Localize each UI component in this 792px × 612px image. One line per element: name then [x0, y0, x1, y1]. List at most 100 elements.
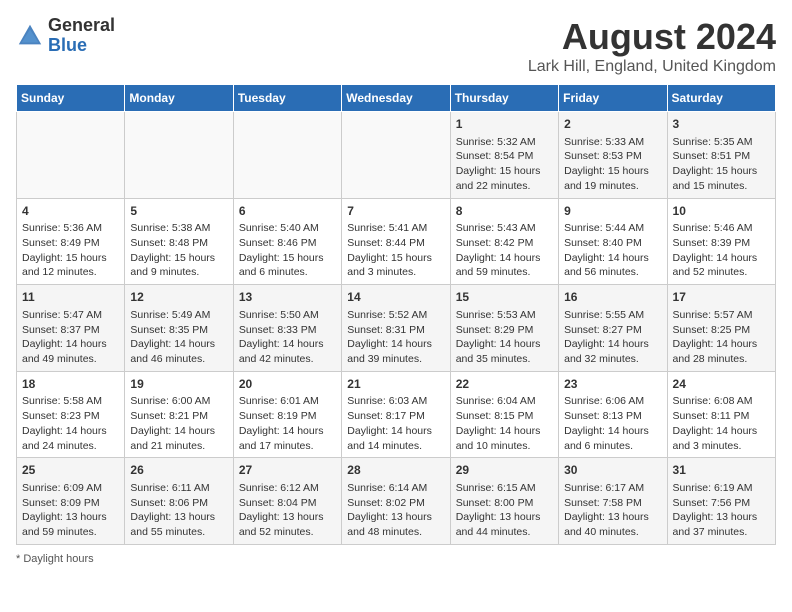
day-number: 3: [673, 116, 770, 133]
day-info: Sunrise: 6:09 AMSunset: 8:09 PMDaylight:…: [22, 481, 119, 540]
day-info: Sunrise: 5:49 AMSunset: 8:35 PMDaylight:…: [130, 308, 227, 367]
day-cell-4-5: 30 Sunrise: 6:17 AMSunset: 7:58 PMDayligh…: [559, 458, 667, 545]
day-cell-2-3: 14Sunrise: 5:52 AMSunset: 8:31 PMDayligh…: [342, 285, 450, 372]
col-friday: Friday: [559, 85, 667, 112]
day-cell-2-4: 15 Sunrise: 5:53 AMSunset: 8:29 PMDayligh…: [450, 285, 558, 372]
week-row-2: 4Sunrise: 5:36 AMSunset: 8:49 PMDaylight…: [17, 198, 776, 285]
day-info: Sunrise: 6:11 AMSunset: 8:06 PMDaylight:…: [130, 481, 227, 540]
day-number: 30: [564, 462, 661, 479]
day-info: Sunrise: 5:55 AMSunset: 8:27 PMDaylight:…: [564, 308, 661, 367]
day-cell-0-5: 2 Sunrise: 5:33 AMSunset: 8:53 PMDaylight…: [559, 112, 667, 199]
day-cell-3-0: 18Sunrise: 5:58 AMSunset: 8:23 PMDayligh…: [17, 371, 125, 458]
day-number: 5: [130, 203, 227, 220]
day-cell-4-3: 28 Sunrise: 6:14 AMSunset: 8:02 PMDayligh…: [342, 458, 450, 545]
day-cell-2-1: 12 Sunrise: 5:49 AMSunset: 8:35 PMDayligh…: [125, 285, 233, 372]
day-number: 13: [239, 289, 336, 306]
day-cell-1-5: 9Sunrise: 5:44 AMSunset: 8:40 PMDaylight…: [559, 198, 667, 285]
week-row-4: 18Sunrise: 5:58 AMSunset: 8:23 PMDayligh…: [17, 371, 776, 458]
col-monday: Monday: [125, 85, 233, 112]
day-info: Sunrise: 5:38 AMSunset: 8:48 PMDaylight:…: [130, 221, 227, 280]
day-cell-0-4: 1Sunrise: 5:32 AMSunset: 8:54 PMDaylight…: [450, 112, 558, 199]
day-cell-3-1: 19Sunrise: 6:00 AMSunset: 8:21 PMDayligh…: [125, 371, 233, 458]
day-info: Sunrise: 6:17 AMSunset: 7:58 PMDaylight:…: [564, 481, 661, 540]
day-info: Sunrise: 5:53 AMSunset: 8:29 PMDaylight:…: [456, 308, 553, 367]
day-info: Sunrise: 5:40 AMSunset: 8:46 PMDaylight:…: [239, 221, 336, 280]
day-cell-2-5: 16 Sunrise: 5:55 AMSunset: 8:27 PMDayligh…: [559, 285, 667, 372]
day-cell-3-2: 20Sunrise: 6:01 AMSunset: 8:19 PMDayligh…: [233, 371, 341, 458]
day-cell-4-0: 25 Sunrise: 6:09 AMSunset: 8:09 PMDayligh…: [17, 458, 125, 545]
day-number: 20: [239, 376, 336, 393]
day-cell-2-2: 13 Sunrise: 5:50 AMSunset: 8:33 PMDayligh…: [233, 285, 341, 372]
day-info: Sunrise: 5:52 AMSunset: 8:31 PMDaylight:…: [347, 308, 444, 367]
day-cell-4-2: 27 Sunrise: 6:12 AMSunset: 8:04 PMDayligh…: [233, 458, 341, 545]
day-info: Sunrise: 5:35 AMSunset: 8:51 PMDaylight:…: [673, 135, 770, 194]
day-cell-0-3: [342, 112, 450, 199]
day-info: Sunrise: 6:03 AMSunset: 8:17 PMDaylight:…: [347, 394, 444, 453]
title-area: August 2024 Lark Hill, England, United K…: [528, 16, 776, 76]
week-row-1: 1Sunrise: 5:32 AMSunset: 8:54 PMDaylight…: [17, 112, 776, 199]
subtitle: Lark Hill, England, United Kingdom: [528, 58, 776, 76]
day-info: Sunrise: 5:50 AMSunset: 8:33 PMDaylight:…: [239, 308, 336, 367]
day-info: Sunrise: 6:06 AMSunset: 8:13 PMDaylight:…: [564, 394, 661, 453]
logo: General Blue: [16, 16, 115, 56]
day-cell-1-3: 7Sunrise: 5:41 AMSunset: 8:44 PMDaylight…: [342, 198, 450, 285]
day-number: 28: [347, 462, 444, 479]
day-number: 16: [564, 289, 661, 306]
day-number: 7: [347, 203, 444, 220]
week-row-3: 11 Sunrise: 5:47 AMSunset: 8:37 PMDayligh…: [17, 285, 776, 372]
col-thursday: Thursday: [450, 85, 558, 112]
day-info: Sunrise: 5:46 AMSunset: 8:39 PMDaylight:…: [673, 221, 770, 280]
day-info: Sunrise: 6:14 AMSunset: 8:02 PMDaylight:…: [347, 481, 444, 540]
day-cell-1-0: 4Sunrise: 5:36 AMSunset: 8:49 PMDaylight…: [17, 198, 125, 285]
day-info: Sunrise: 5:47 AMSunset: 8:37 PMDaylight:…: [22, 308, 119, 367]
day-info: Sunrise: 6:04 AMSunset: 8:15 PMDaylight:…: [456, 394, 553, 453]
day-number: 25: [22, 462, 119, 479]
day-info: Sunrise: 6:19 AMSunset: 7:56 PMDaylight:…: [673, 481, 770, 540]
day-number: 10: [673, 203, 770, 220]
day-number: 2: [564, 116, 661, 133]
logo-general-text: General: [48, 15, 115, 35]
day-cell-4-1: 26 Sunrise: 6:11 AMSunset: 8:06 PMDayligh…: [125, 458, 233, 545]
day-cell-0-6: 3 Sunrise: 5:35 AMSunset: 8:51 PMDaylight…: [667, 112, 775, 199]
day-number: 11: [22, 289, 119, 306]
day-number: 21: [347, 376, 444, 393]
day-info: Sunrise: 5:33 AMSunset: 8:53 PMDaylight:…: [564, 135, 661, 194]
day-cell-4-4: 29 Sunrise: 6:15 AMSunset: 8:00 PMDayligh…: [450, 458, 558, 545]
day-cell-3-4: 22Sunrise: 6:04 AMSunset: 8:15 PMDayligh…: [450, 371, 558, 458]
logo-icon: [16, 22, 44, 50]
day-info: Sunrise: 6:08 AMSunset: 8:11 PMDaylight:…: [673, 394, 770, 453]
day-cell-0-1: [125, 112, 233, 199]
col-saturday: Saturday: [667, 85, 775, 112]
day-cell-0-2: [233, 112, 341, 199]
footer-note: * Daylight hours: [16, 553, 776, 565]
col-sunday: Sunday: [17, 85, 125, 112]
day-number: 6: [239, 203, 336, 220]
day-cell-2-6: 17Sunrise: 5:57 AMSunset: 8:25 PMDayligh…: [667, 285, 775, 372]
calendar-header-row: Sunday Monday Tuesday Wednesday Thursday…: [17, 85, 776, 112]
day-info: Sunrise: 5:32 AMSunset: 8:54 PMDaylight:…: [456, 135, 553, 194]
day-cell-0-0: [17, 112, 125, 199]
col-wednesday: Wednesday: [342, 85, 450, 112]
day-info: Sunrise: 6:15 AMSunset: 8:00 PMDaylight:…: [456, 481, 553, 540]
day-number: 24: [673, 376, 770, 393]
day-cell-3-6: 24Sunrise: 6:08 AMSunset: 8:11 PMDayligh…: [667, 371, 775, 458]
day-info: Sunrise: 5:41 AMSunset: 8:44 PMDaylight:…: [347, 221, 444, 280]
day-cell-1-4: 8Sunrise: 5:43 AMSunset: 8:42 PMDaylight…: [450, 198, 558, 285]
day-number: 17: [673, 289, 770, 306]
day-number: 29: [456, 462, 553, 479]
day-number: 27: [239, 462, 336, 479]
week-row-5: 25 Sunrise: 6:09 AMSunset: 8:09 PMDayligh…: [17, 458, 776, 545]
day-cell-1-1: 5Sunrise: 5:38 AMSunset: 8:48 PMDaylight…: [125, 198, 233, 285]
day-info: Sunrise: 6:12 AMSunset: 8:04 PMDaylight:…: [239, 481, 336, 540]
header: General Blue August 2024 Lark Hill, Engl…: [16, 16, 776, 76]
day-info: Sunrise: 5:58 AMSunset: 8:23 PMDaylight:…: [22, 394, 119, 453]
day-cell-3-5: 23Sunrise: 6:06 AMSunset: 8:13 PMDayligh…: [559, 371, 667, 458]
day-info: Sunrise: 5:44 AMSunset: 8:40 PMDaylight:…: [564, 221, 661, 280]
day-cell-2-0: 11 Sunrise: 5:47 AMSunset: 8:37 PMDayligh…: [17, 285, 125, 372]
day-number: 15: [456, 289, 553, 306]
day-info: Sunrise: 6:01 AMSunset: 8:19 PMDaylight:…: [239, 394, 336, 453]
calendar: Sunday Monday Tuesday Wednesday Thursday…: [16, 84, 776, 545]
logo-blue-text: Blue: [48, 35, 87, 55]
day-number: 12: [130, 289, 227, 306]
day-number: 26: [130, 462, 227, 479]
